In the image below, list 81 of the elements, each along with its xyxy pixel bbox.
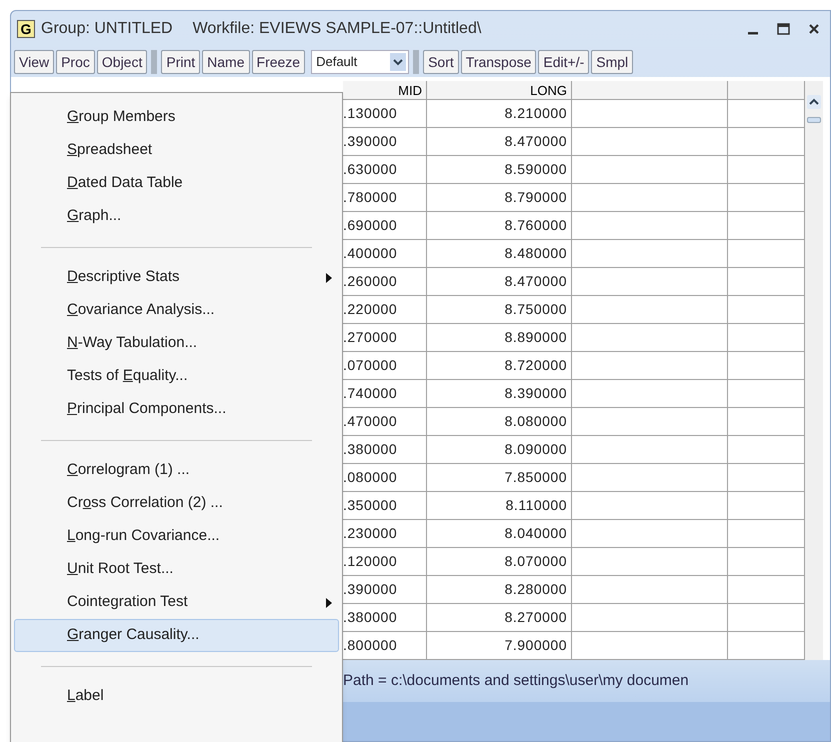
menu-item[interactable]: Label — [14, 680, 339, 713]
table-cell-text: .690000 — [343, 216, 398, 235]
column-header: LONG — [530, 83, 567, 98]
table-cell-text: .270000 — [343, 328, 398, 347]
table-cell-text: .740000 — [343, 384, 398, 403]
menu-item[interactable]: Group Members — [14, 101, 339, 134]
toolbar-button[interactable]: Name — [202, 50, 250, 74]
menu-item[interactable]: Spreadsheet — [14, 134, 339, 167]
table-cell-text: 8.390000 — [504, 384, 567, 403]
table-cell-text: 8.110000 — [506, 496, 567, 515]
table-cell-text: .260000 — [343, 272, 398, 291]
toolbar-separator — [413, 50, 420, 74]
table-cell-text: 7.850000 — [504, 468, 567, 487]
app-icon: G — [17, 20, 35, 38]
column-header: MID — [398, 83, 422, 98]
toolbar-button[interactable]: Smpl — [591, 50, 634, 74]
scroll-thumb[interactable] — [807, 117, 821, 123]
table-cell-text: 8.590000 — [504, 160, 567, 179]
toolbar-button[interactable]: Proc — [56, 50, 95, 74]
toolbar-button[interactable]: Freeze — [252, 50, 306, 74]
menu-item[interactable]: Covariance Analysis... — [14, 294, 339, 327]
view-combo[interactable]: Default — [311, 50, 410, 74]
table-cell-text: 8.470000 — [504, 272, 567, 291]
toolbar-button[interactable]: Print — [161, 50, 200, 74]
table-cell-text: .380000 — [343, 440, 398, 459]
table-cell-text: .780000 — [343, 188, 398, 207]
toolbar-button[interactable]: Transpose — [460, 50, 536, 74]
table-cell-text: .380000 — [343, 608, 398, 627]
menu-item[interactable]: Long-run Covariance... — [14, 520, 339, 553]
toolbar-button[interactable]: Sort — [423, 50, 459, 74]
table-cell-text: .230000 — [343, 524, 398, 543]
menu-item[interactable]: Granger Causality... — [14, 619, 339, 652]
table-cell-text: .390000 — [343, 580, 398, 599]
table-cell-text: 8.470000 — [504, 132, 567, 151]
table-cell-text: .350000 — [343, 496, 398, 515]
table-cell-text: .390000 — [343, 132, 398, 151]
table-cell-text: .080000 — [343, 468, 398, 487]
table-cell-text: 8.750000 — [504, 300, 567, 319]
scroll-up-icon[interactable] — [807, 95, 821, 109]
table-cell-text: 8.720000 — [504, 356, 567, 375]
window-title: Group: UNTITLED — [41, 19, 173, 39]
table-cell-text: 8.070000 — [504, 552, 567, 571]
table-cell-text: .220000 — [343, 300, 398, 319]
menu-item[interactable]: Principal Components... — [14, 393, 339, 426]
table-cell-text: 8.480000 — [504, 244, 567, 263]
table-cell-text: .630000 — [343, 160, 398, 179]
toolbar-separator — [151, 50, 158, 74]
menu-item[interactable]: Descriptive Stats — [14, 261, 339, 294]
table-cell-text: .120000 — [343, 552, 398, 571]
table-cell-text: 8.040000 — [504, 524, 567, 543]
menu-item[interactable]: N-Way Tabulation... — [14, 327, 339, 360]
menu-item[interactable]: Dated Data Table — [14, 167, 339, 200]
status-path: Path = c:\documents and settings\user\my documen — [343, 670, 689, 691]
table-cell-text: 8.890000 — [504, 328, 567, 347]
menu-item[interactable]: Graph... — [14, 200, 339, 233]
table-cell-text: 8.790000 — [504, 188, 567, 207]
table-cell-text: .400000 — [343, 244, 398, 263]
table-cell-text: 8.280000 — [504, 580, 567, 599]
maximize-icon[interactable] — [777, 23, 790, 35]
menu-item[interactable]: Cross Correlation (2) ... — [14, 487, 339, 520]
menu-item[interactable]: Cointegration Test — [14, 586, 339, 619]
table-cell-text: 8.210000 — [504, 104, 567, 123]
toolbar-button[interactable]: View — [14, 50, 54, 74]
menu-item[interactable]: Unit Root Test... — [14, 553, 339, 586]
toolbar-button[interactable]: Object — [96, 50, 148, 74]
table-cell-text: .070000 — [343, 356, 398, 375]
menu-item[interactable]: Tests of Equality... — [14, 360, 339, 393]
close-icon[interactable] — [808, 23, 820, 35]
toolbar-button[interactable]: Edit+/- — [538, 50, 590, 74]
menu-item[interactable]: Correlogram (1) ... — [14, 454, 339, 487]
table-cell-text: .470000 — [343, 412, 398, 431]
table-cell-text: .130000 — [343, 104, 398, 123]
table-cell-text: .800000 — [343, 636, 398, 655]
chevron-down-icon — [390, 53, 406, 71]
table-cell-text: 7.900000 — [504, 636, 567, 655]
table-cell-text: 8.270000 — [504, 608, 567, 627]
table-cell-text: 8.080000 — [504, 412, 567, 431]
table-cell-text: 8.090000 — [504, 440, 567, 459]
scrollbar[interactable] — [805, 81, 823, 660]
workfile-title: Workfile: EVIEWS SAMPLE-07::Untitled\ — [192, 19, 482, 39]
table-cell-text: 8.760000 — [504, 216, 567, 235]
